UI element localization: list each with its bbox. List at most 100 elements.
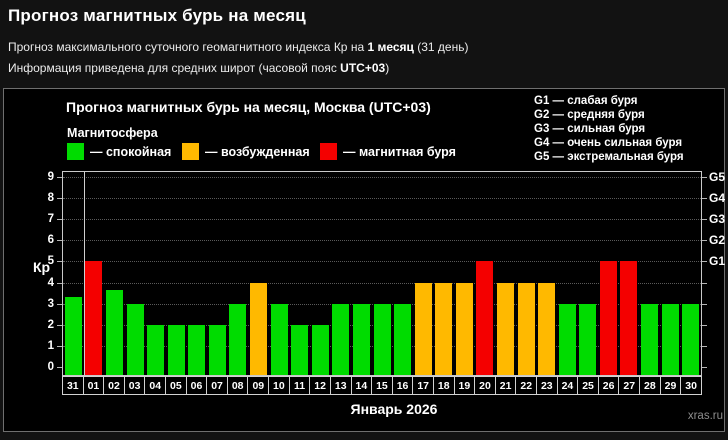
date-cell-28: 28 [639,376,661,395]
info-bold-timezone: UTC+03 [340,61,386,75]
date-cell-18: 18 [432,376,455,395]
kp-bar-12 [311,324,329,375]
y-tick-label: 0 [47,361,54,373]
y-tick-right [702,282,707,284]
g-scale-item: G1 — слабая буря [534,95,638,107]
y-tick-left [57,345,62,347]
date-cell-14: 14 [350,376,373,395]
date-cell-21: 21 [494,376,517,395]
gridline-kp-7 [63,219,701,221]
g-axis-label-g4: G4 [709,191,726,206]
date-cell-16: 16 [391,376,414,395]
date-cell-07: 07 [206,376,228,395]
y-tick-right [702,367,707,368]
g-scale-item: G3 — сильная буря [534,123,646,135]
date-cell-23: 23 [536,376,558,395]
kp-bar-22 [517,282,535,375]
y-tick-label: 4 [47,276,54,289]
date-cell-04: 04 [144,376,167,395]
legend-label: — возбужденная [205,144,310,159]
legend-swatch-unsettled [182,143,199,160]
y-tick-right [702,198,707,200]
subtitle-text: Прогноз максимального суточного геомагни… [8,40,368,54]
legend-label: — магнитная буря [343,144,456,159]
x-axis-date-row: 31 01 02 03 04 05 06 07 08 09 10 11 12 13 14 15 16 17 18 19… [62,376,702,395]
kp-bar-13 [332,303,350,375]
y-tick-label: 3 [47,297,54,310]
y-tick-label: 9 [47,171,54,184]
g-scale-item: G4 — очень сильная буря [534,137,683,149]
y-tick-left [57,219,62,221]
plot-area: 0 1 2 3 4 5 6 7 8 9 G1 G2 G3 G4 G5 [48,170,725,376]
g-axis-label-g5: G5 [709,170,726,185]
kp-bar-15 [373,303,391,375]
page-info: Информация приведена для средних широт (… [8,61,389,75]
date-cell-15: 15 [371,376,393,395]
kp-bar-31 [64,296,82,375]
forecast-chart-panel: Прогноз магнитных бурь на месяц, Москва … [3,88,725,432]
y-tick-left [57,367,62,368]
g-axis-label-g3: G3 [709,212,726,227]
date-cell-09: 09 [247,376,270,395]
y-tick-right [702,177,707,178]
g-scale-item: G5 — экстремальная буря [534,151,684,163]
gridline-kp-6 [63,240,701,242]
kp-bar-23 [538,282,556,375]
magnetosphere-legend-title: Магнитосфера [67,126,158,140]
y-tick-right [702,303,707,305]
date-cell-12: 12 [309,376,331,395]
y-tick-label: 7 [47,213,54,226]
kp-bar-01 [85,261,103,375]
legend-item-unsettled: — возбужденная [182,143,310,160]
magnetosphere-legend: — спокойная — возбужденная — магнитная бур… [67,143,527,161]
watermark-xras: xras.ru [687,410,723,422]
kp-bar-27 [620,261,638,375]
kp-bar-20 [476,261,494,375]
subtitle-bold-period: 1 месяц [367,40,414,54]
date-cell-05: 05 [165,376,187,395]
date-cell-03: 03 [123,376,146,395]
y-tick-left [57,303,62,305]
legend-swatch-quiet [67,143,84,160]
kp-bar-30 [682,303,700,375]
y-tick-label: 2 [47,318,54,331]
kp-bar-29 [661,303,679,375]
y-tick-label: 6 [47,234,54,247]
date-cell-19: 19 [453,376,476,395]
kp-bar-03 [126,303,144,375]
kp-bar-05 [167,324,185,375]
date-cell-27: 27 [618,376,641,395]
date-cell-31: 31 [62,376,84,395]
kp-bar-16 [394,303,412,375]
kp-bar-21 [496,282,514,375]
kp-bar-14 [352,303,370,375]
y-tick-left [57,198,62,200]
kp-bar-09 [250,282,268,375]
date-cell-06: 06 [185,376,208,395]
date-cell-01: 01 [82,376,105,395]
legend-swatch-storm [320,143,337,160]
kp-bar-08 [229,303,247,375]
kp-bar-04 [147,324,165,375]
chart-title: Прогноз магнитных бурь на месяц, Москва … [66,99,431,115]
date-cell-30: 30 [680,376,702,395]
date-cell-13: 13 [329,376,352,395]
y-tick-left [57,240,62,242]
kp-bar-28 [641,303,659,375]
y-tick-right [702,261,707,263]
y-tick-label: 5 [47,255,54,268]
date-cell-26: 26 [597,376,620,395]
y-tick-left [57,177,62,178]
gridline-kp-9 [63,177,701,178]
y-tick-label: 8 [47,192,54,205]
kp-bar-24 [558,303,576,375]
gridline-kp-8 [63,198,701,200]
y-tick-right [702,345,707,347]
date-cell-20: 20 [474,376,496,395]
date-cell-11: 11 [288,376,311,395]
kp-bar-11 [291,324,309,375]
y-tick-left [57,282,62,284]
y-tick-label: 1 [47,339,54,352]
g-axis-label-g2: G2 [709,233,726,248]
date-cell-02: 02 [103,376,125,395]
